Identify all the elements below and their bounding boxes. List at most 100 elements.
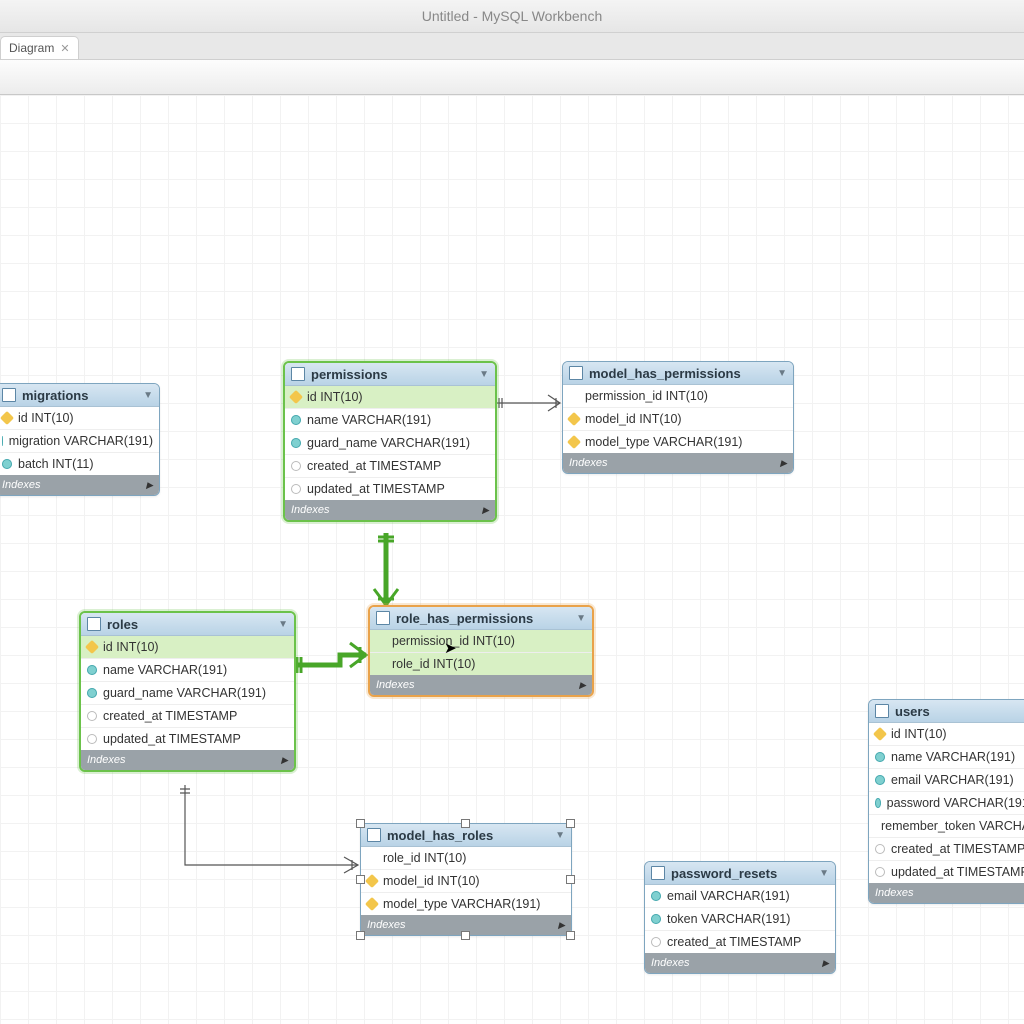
column-text: batch INT(11) — [18, 457, 94, 471]
column-row[interactable]: role_id INT(10) — [361, 847, 571, 870]
indexes-section[interactable]: Indexes▶ — [0, 475, 159, 495]
column-row[interactable]: model_type VARCHAR(191) — [563, 431, 793, 453]
resize-handle[interactable] — [566, 819, 575, 828]
table-header[interactable]: migrations ▼ — [0, 384, 159, 407]
column-row[interactable]: role_id INT(10) — [370, 653, 592, 675]
key-icon — [0, 411, 14, 425]
column-text: id INT(10) — [891, 727, 947, 741]
column-text: model_type VARCHAR(191) — [383, 897, 540, 911]
column-row[interactable]: name VARCHAR(191) — [285, 409, 495, 432]
chevron-down-icon[interactable]: ▼ — [143, 390, 153, 401]
resize-handle[interactable] — [356, 819, 365, 828]
table-header[interactable]: permissions ▼ — [285, 363, 495, 386]
column-text: token VARCHAR(191) — [667, 912, 790, 926]
indexes-section[interactable]: Indexes▶ — [645, 953, 835, 973]
table-header[interactable]: password_resets ▼ — [645, 862, 835, 885]
column-list: id INT(10)name VARCHAR(191) guard_name VA… — [81, 636, 294, 750]
column-row[interactable]: model_id INT(10) — [361, 870, 571, 893]
table-header[interactable]: model_has_permissions ▼ — [563, 362, 793, 385]
key-icon — [567, 435, 581, 449]
table-header[interactable]: roles ▼ — [81, 613, 294, 636]
column-list: id INT(10) name VARCHAR(191) email VARCHAR… — [869, 723, 1024, 883]
resize-handle[interactable] — [566, 931, 575, 940]
nullable-icon — [875, 844, 885, 854]
column-row[interactable]: email VARCHAR(191) — [645, 885, 835, 908]
indexes-section[interactable]: Indexes▶ — [370, 675, 592, 695]
table-name: role_has_permissions — [396, 611, 533, 626]
column-row[interactable]: permission_id INT(10) — [370, 630, 592, 653]
column-row[interactable]: created_at TIMESTAMP — [81, 705, 294, 728]
column-row[interactable]: permission_id INT(10) — [563, 385, 793, 408]
chevron-down-icon[interactable]: ▼ — [819, 868, 829, 879]
diagram-canvas[interactable]: migrations ▼ id INT(10)migration VARCHAR… — [0, 95, 1024, 1024]
column-row[interactable]: name VARCHAR(191) — [869, 746, 1024, 769]
indexes-section[interactable]: Indexes▶ — [81, 750, 294, 770]
column-row[interactable]: model_type VARCHAR(191) — [361, 893, 571, 915]
column-row[interactable]: created_at TIMESTAMP — [285, 455, 495, 478]
table-icon — [376, 611, 390, 625]
chevron-down-icon[interactable]: ▼ — [479, 369, 489, 380]
table-model-has-permissions[interactable]: model_has_permissions ▼ permission_id IN… — [562, 361, 794, 474]
indexes-section[interactable]: Indexes▶ — [869, 883, 1024, 903]
column-row[interactable]: email VARCHAR(191) — [869, 769, 1024, 792]
tab-diagram[interactable]: Diagram ✕ — [0, 36, 79, 59]
column-row[interactable]: migration VARCHAR(191) — [0, 430, 159, 453]
column-row[interactable]: name VARCHAR(191) — [81, 659, 294, 682]
resize-handle[interactable] — [461, 931, 470, 940]
column-text: remember_token VARCHAR — [881, 819, 1024, 833]
resize-handle[interactable] — [356, 931, 365, 940]
column-text: email VARCHAR(191) — [891, 773, 1014, 787]
indexes-section[interactable]: Indexes▶ — [563, 453, 793, 473]
chevron-down-icon[interactable]: ▼ — [278, 619, 288, 630]
column-row[interactable]: password VARCHAR(191) — [869, 792, 1024, 815]
chevron-down-icon[interactable]: ▼ — [576, 613, 586, 624]
column-row[interactable]: guard_name VARCHAR(191) — [81, 682, 294, 705]
column-row[interactable]: token VARCHAR(191) — [645, 908, 835, 931]
column-row[interactable]: id INT(10) — [285, 386, 495, 409]
table-header[interactable]: role_has_permissions ▼ — [370, 607, 592, 630]
column-text: id INT(10) — [307, 390, 363, 404]
table-users[interactable]: users ▼ id INT(10) name VARCHAR(191) email… — [868, 699, 1024, 904]
table-model-has-roles[interactable]: model_has_roles ▼ role_id INT(10)model_i… — [360, 823, 572, 936]
table-name: users — [895, 704, 930, 719]
column-row[interactable]: created_at TIMESTAMP — [645, 931, 835, 953]
column-row[interactable]: updated_at TIMESTAMP — [869, 861, 1024, 883]
resize-handle[interactable] — [566, 875, 575, 884]
column-row[interactable]: id INT(10) — [869, 723, 1024, 746]
table-role-has-permissions[interactable]: role_has_permissions ▼ permission_id INT… — [368, 605, 594, 697]
column-row[interactable]: batch INT(11) — [0, 453, 159, 475]
column-row[interactable]: guard_name VARCHAR(191) — [285, 432, 495, 455]
table-migrations[interactable]: migrations ▼ id INT(10)migration VARCHAR… — [0, 383, 160, 496]
column-row[interactable]: remember_token VARCHAR — [869, 815, 1024, 838]
column-row[interactable]: updated_at TIMESTAMP — [285, 478, 495, 500]
column-icon — [291, 438, 301, 448]
column-row[interactable]: created_at TIMESTAMP — [869, 838, 1024, 861]
table-header[interactable]: users ▼ — [869, 700, 1024, 723]
chevron-down-icon[interactable]: ▼ — [555, 830, 565, 841]
resize-handle[interactable] — [356, 875, 365, 884]
indexes-label: Indexes — [569, 457, 608, 469]
indexes-section[interactable]: Indexes▶ — [285, 500, 495, 520]
column-row[interactable]: model_id INT(10) — [563, 408, 793, 431]
chevron-down-icon[interactable]: ▼ — [777, 368, 787, 379]
close-icon[interactable]: ✕ — [60, 42, 69, 55]
table-password-resets[interactable]: password_resets ▼ email VARCHAR(191) toke… — [644, 861, 836, 974]
key-icon — [567, 412, 581, 426]
table-name: migrations — [22, 388, 88, 403]
cursor-icon: ➤ — [444, 639, 457, 657]
column-icon — [875, 752, 885, 762]
table-name: model_has_roles — [387, 828, 493, 843]
table-icon — [87, 617, 101, 631]
column-text: guard_name VARCHAR(191) — [103, 686, 266, 700]
nullable-icon — [651, 937, 661, 947]
indexes-label: Indexes — [875, 887, 914, 899]
indexes-label: Indexes — [291, 504, 330, 516]
column-row[interactable]: id INT(10) — [0, 407, 159, 430]
column-row[interactable]: updated_at TIMESTAMP — [81, 728, 294, 750]
table-permissions[interactable]: permissions ▼ id INT(10) name VARCHAR(191… — [283, 361, 497, 522]
table-roles[interactable]: roles ▼ id INT(10)name VARCHAR(191) guard… — [79, 611, 296, 772]
resize-handle[interactable] — [461, 819, 470, 828]
key-icon — [365, 874, 379, 888]
window-title: Untitled - MySQL Workbench — [0, 0, 1024, 33]
column-row[interactable]: id INT(10) — [81, 636, 294, 659]
